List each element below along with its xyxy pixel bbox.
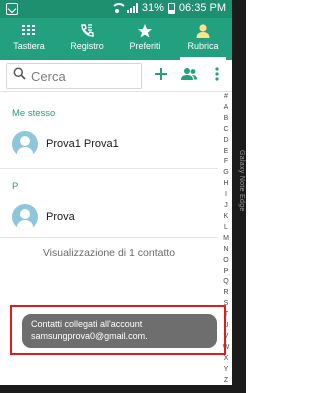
index-letter[interactable]: G xyxy=(223,168,228,179)
device-bezel-bottom xyxy=(0,385,246,393)
index-letter[interactable]: A xyxy=(224,103,229,114)
groups-icon xyxy=(180,67,198,86)
list-item-me[interactable]: Prova1 Prova1 xyxy=(0,125,218,163)
contact-name: Prova1 Prova1 xyxy=(46,138,119,150)
dialpad-icon xyxy=(0,23,58,39)
index-letter[interactable]: # xyxy=(224,92,228,103)
section-header-p: P xyxy=(12,181,19,192)
index-letter[interactable]: D xyxy=(223,136,228,147)
star-icon xyxy=(116,23,174,39)
battery-icon xyxy=(167,2,175,14)
index-letter[interactable]: C xyxy=(223,125,228,136)
index-letter[interactable]: Q xyxy=(223,277,228,288)
device-edge: Galaxy Note Edge xyxy=(232,0,246,393)
person-icon xyxy=(174,23,232,39)
tab-label: Tastiera xyxy=(13,41,45,51)
index-letter[interactable]: H xyxy=(223,179,228,190)
search-icon xyxy=(13,67,26,85)
tab-bar: Tastiera Registro Preferiti Rubrica xyxy=(0,18,232,60)
contact-name: Prova xyxy=(46,211,75,223)
index-letter[interactable]: E xyxy=(224,147,229,158)
battery-percent: 31% xyxy=(141,2,164,14)
search-toolbar xyxy=(0,60,232,92)
tab-label: Rubrica xyxy=(187,41,219,51)
index-letter[interactable]: F xyxy=(224,157,228,168)
tab-registro[interactable]: Registro xyxy=(58,18,116,60)
tab-label: Registro xyxy=(70,41,104,51)
divider xyxy=(0,237,218,238)
divider xyxy=(0,168,218,169)
search-input[interactable] xyxy=(31,68,131,84)
device-edge-label: Galaxy Note Edge xyxy=(238,150,245,212)
index-letter[interactable]: Y xyxy=(224,365,229,376)
index-letter[interactable]: R xyxy=(223,288,228,299)
download-notification-icon xyxy=(6,3,18,15)
plus-icon xyxy=(154,67,168,86)
avatar xyxy=(12,131,38,157)
tab-preferiti[interactable]: Preferiti xyxy=(116,18,174,60)
index-letter[interactable]: L xyxy=(224,223,228,234)
index-letter[interactable]: K xyxy=(224,212,229,223)
status-indicators: 31% 06:35 PM xyxy=(110,2,226,14)
index-letter[interactable]: B xyxy=(224,114,229,125)
index-letter[interactable]: O xyxy=(223,256,228,267)
tab-label: Preferiti xyxy=(129,41,161,51)
section-header-me: Me stesso xyxy=(12,108,56,119)
add-contact-button[interactable] xyxy=(150,65,172,87)
toast-line-2: samsungprova0@gmail.com. xyxy=(31,330,148,341)
more-options-button[interactable] xyxy=(206,65,228,87)
avatar xyxy=(12,204,38,230)
search-box[interactable] xyxy=(6,63,142,89)
toast-line-1: Contatti collegati all'account xyxy=(31,319,143,329)
groups-button[interactable] xyxy=(178,65,200,87)
contact-count-text: Visualizzazione di 1 contatto xyxy=(42,247,176,259)
index-letter[interactable]: M xyxy=(223,234,229,245)
index-letter[interactable]: P xyxy=(224,267,229,278)
wifi-icon xyxy=(110,3,127,13)
clock: 06:35 PM xyxy=(178,2,226,14)
toast-message: Contatti collegati all'account samsungpr… xyxy=(22,314,217,348)
status-bar: 31% 06:35 PM xyxy=(0,0,232,18)
index-letter[interactable]: N xyxy=(223,245,228,256)
list-item-contact[interactable]: Prova xyxy=(0,198,218,236)
signal-icon xyxy=(126,3,138,13)
tab-rubrica[interactable]: Rubrica xyxy=(174,18,232,60)
index-letter[interactable]: X xyxy=(224,354,229,365)
phone-screen: 31% 06:35 PM Tastiera Registro Preferiti… xyxy=(0,0,246,393)
more-vert-icon xyxy=(215,66,219,86)
index-letter[interactable]: J xyxy=(224,201,228,212)
index-letter[interactable]: I xyxy=(225,190,227,201)
call-log-icon xyxy=(58,23,116,39)
tab-tastiera[interactable]: Tastiera xyxy=(0,18,58,60)
